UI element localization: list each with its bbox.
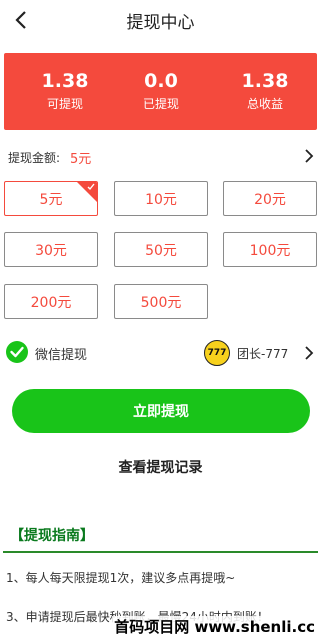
- stat-withdrawn: 0.0 已提现: [116, 69, 206, 113]
- check-icon: [87, 183, 95, 191]
- amount-label: 提现金额:: [8, 151, 61, 165]
- balance-summary: 1.38 可提现 0.0 已提现 1.38 总收益: [4, 53, 317, 130]
- team-name: 团长-777: [237, 347, 289, 361]
- withdraw-amount-row[interactable]: 提现金额: 5元: [8, 146, 314, 168]
- amount-option-5[interactable]: 5元: [4, 181, 98, 216]
- divider: [3, 551, 318, 553]
- stat-value: 0.0: [144, 70, 178, 92]
- watermark: 首码项目网 www.shenli.cc: [112, 616, 317, 637]
- payment-method-label: 微信提现: [35, 348, 88, 363]
- payment-method-row[interactable]: 微信提现 777 团长-777: [6, 340, 316, 366]
- avatar-text: 777: [207, 348, 227, 358]
- amount-option-500[interactable]: 500元: [114, 284, 208, 319]
- guide-item: 1、每人每天限提现1次，建议多点再提哦~: [6, 571, 236, 585]
- option-label: 50元: [145, 242, 177, 259]
- amount-value: 5元: [70, 152, 92, 167]
- stat-label: 可提现: [46, 97, 83, 111]
- withdraw-records-link[interactable]: 查看提现记录: [0, 457, 321, 477]
- stat-label: 总收益: [246, 97, 283, 111]
- option-label: 500元: [140, 294, 182, 311]
- option-label: 20元: [254, 191, 286, 208]
- option-label: 30元: [35, 242, 67, 259]
- option-label: 200元: [30, 294, 72, 311]
- amount-option-50[interactable]: 50元: [114, 232, 208, 267]
- chevron-right-icon: [305, 346, 314, 360]
- option-label: 5元: [39, 191, 63, 208]
- chevron-right-icon: [305, 149, 314, 163]
- stat-value: 1.38: [241, 70, 289, 92]
- wechat-icon: [6, 341, 28, 363]
- avatar: 777: [204, 340, 230, 366]
- stat-value: 1.38: [41, 70, 89, 92]
- withdraw-now-button[interactable]: 立即提现: [12, 389, 310, 433]
- amount-option-100[interactable]: 100元: [223, 232, 317, 267]
- stat-total: 1.38 总收益: [220, 69, 310, 113]
- option-label: 100元: [249, 242, 291, 259]
- guide-title: 【提现指南】: [10, 528, 94, 544]
- page-title: 提现中心: [126, 13, 195, 33]
- amount-option-20[interactable]: 20元: [223, 181, 317, 216]
- stat-available: 1.38 可提现: [20, 69, 110, 113]
- amount-option-200[interactable]: 200元: [4, 284, 98, 319]
- stat-label: 已提现: [142, 97, 179, 111]
- amount-option-30[interactable]: 30元: [4, 232, 98, 267]
- option-label: 10元: [145, 191, 177, 208]
- amount-option-10[interactable]: 10元: [114, 181, 208, 216]
- header: 提现中心: [0, 0, 321, 40]
